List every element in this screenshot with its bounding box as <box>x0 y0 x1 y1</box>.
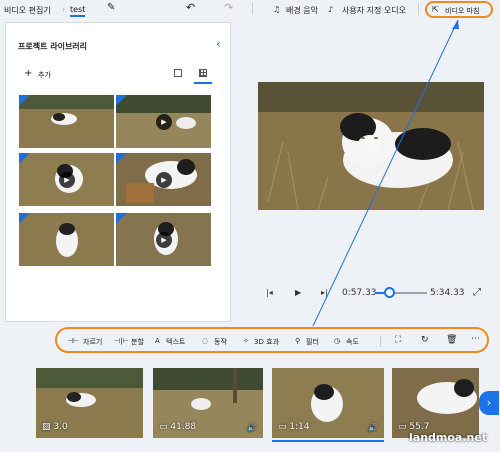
video-icon: ▭ <box>398 422 410 432</box>
audio-icon[interactable]: 🔊 <box>247 423 257 432</box>
library-thumbnail[interactable]: ▶ <box>19 153 114 206</box>
video-icon: ▭ <box>278 422 290 432</box>
share-icon: ⇱ <box>432 5 439 14</box>
music-icon: ♫ <box>273 5 281 14</box>
breadcrumb-separator-icon: › <box>62 5 66 14</box>
crop-icon[interactable]: ⛶ <box>395 335 401 345</box>
play-icon: ▶ <box>156 172 172 188</box>
project-name[interactable]: test <box>70 5 86 17</box>
video-preview[interactable] <box>258 82 484 210</box>
video-icon: ▭ <box>159 422 171 432</box>
library-thumbnail[interactable]: ▶ <box>116 213 211 266</box>
add-button[interactable]: 추가 <box>38 70 51 80</box>
fullscreen-icon[interactable]: ⤢ <box>473 287 481 298</box>
view-large-grid-icon[interactable] <box>199 69 207 77</box>
text-button[interactable]: 텍스트 <box>166 337 185 347</box>
play-icon: ▶ <box>156 232 172 248</box>
split-icon: ⊣|⊢ <box>114 337 129 345</box>
preview-image <box>258 82 484 210</box>
toolbar-divider <box>252 3 253 15</box>
3d-effects-button[interactable]: 3D 효과 <box>254 337 279 347</box>
person-audio-icon: ♪ <box>328 5 334 14</box>
trim-icon: ⊣⊢ <box>67 337 80 345</box>
storyboard-clip[interactable]: ▭ 41.88 🔊 <box>153 368 263 438</box>
add-icon[interactable]: + <box>24 68 32 79</box>
undo-icon[interactable]: ↶ <box>186 1 195 14</box>
library-title: 프로젝트 라이브러리 <box>18 42 88 51</box>
speed-button[interactable]: 속도 <box>346 337 359 347</box>
storyboard-clip-selected[interactable]: ▭ 1:14 🔊 <box>272 368 384 438</box>
selected-corner-icon <box>19 213 30 224</box>
toolbar-divider <box>380 336 381 347</box>
motion-icon: ◌ <box>202 337 209 345</box>
collapse-panel-icon[interactable]: ‹ <box>216 37 221 51</box>
play-icon: ▶ <box>59 172 75 188</box>
image-icon: ▨ <box>42 422 54 432</box>
play-button[interactable]: ▶ <box>295 288 301 297</box>
selected-corner-icon <box>19 153 30 164</box>
play-icon: ▶ <box>156 114 172 130</box>
toolbar-divider <box>418 3 419 15</box>
title-bar: 비디오 편집기 › test ✎ ↶ ↷ ♫ 배경 음악 ♪ 사용자 지정 오디… <box>0 0 500 20</box>
text-icon: A <box>155 337 160 345</box>
library-thumbnail[interactable]: ▶ <box>116 95 211 148</box>
previous-frame-icon[interactable]: |◂ <box>266 288 273 297</box>
background-music-button[interactable]: 배경 음악 <box>286 5 318 16</box>
redo-icon[interactable]: ↷ <box>224 1 233 14</box>
project-library-panel: 프로젝트 라이브러리 ‹ + 추가 ▶ ▶ ▶ ▶ <box>5 22 231 322</box>
finish-video-label: 비디오 마침 <box>445 7 480 15</box>
thumbnail-image <box>19 213 114 266</box>
more-options-icon[interactable]: ⋯ <box>471 334 480 344</box>
selected-clip-indicator <box>272 440 384 442</box>
delete-icon[interactable]: 🗑 <box>446 335 457 345</box>
selected-corner-icon <box>19 95 30 106</box>
custom-audio-button[interactable]: 사용자 지정 오디오 <box>342 5 406 16</box>
speed-icon: ◷ <box>334 337 341 345</box>
storyboard-toolbar: ⊣⊢ 자르기 ⊣|⊢ 분할 A 텍스트 ◌ 동작 ✧ 3D 효과 ⚲ 필터 ◷ … <box>55 327 489 353</box>
view-small-grid-icon[interactable] <box>174 69 182 77</box>
clip-duration: ▭ 41.88 <box>159 422 197 432</box>
motion-button[interactable]: 동작 <box>214 337 227 347</box>
library-thumbnail[interactable]: ▶ <box>116 153 211 206</box>
library-thumbnail[interactable] <box>19 213 114 266</box>
filter-button[interactable]: 필터 <box>306 337 319 347</box>
seek-slider-handle[interactable] <box>384 287 395 298</box>
watermark: landmoa.net <box>409 431 488 444</box>
library-thumbnail[interactable] <box>19 95 114 148</box>
next-frame-icon[interactable]: ▸| <box>321 288 328 297</box>
rotate-icon[interactable]: ↻ <box>421 335 429 345</box>
3d-effects-icon: ✧ <box>243 337 249 345</box>
storyboard-clip[interactable]: ▭ 55.7 <box>392 368 479 438</box>
trim-button[interactable]: 자르기 <box>83 337 102 347</box>
selected-corner-icon <box>116 95 127 106</box>
clip-duration: ▭ 1:14 <box>278 422 310 432</box>
split-button[interactable]: 분할 <box>131 337 144 347</box>
current-time: 0:57.33 <box>342 288 377 298</box>
finish-video-button[interactable]: ⇱ 비디오 마침 <box>425 1 493 18</box>
storyboard-clip[interactable]: ▨ 3.0 <box>36 368 143 438</box>
scroll-right-icon[interactable]: › <box>479 391 499 415</box>
audio-icon[interactable]: 🔊 <box>368 423 378 432</box>
selected-corner-icon <box>116 213 127 224</box>
pencil-icon[interactable]: ✎ <box>107 2 115 13</box>
app-name: 비디오 편집기 <box>4 6 51 15</box>
selected-corner-icon <box>116 153 127 164</box>
thumbnail-image <box>19 95 114 148</box>
clip-duration: ▨ 3.0 <box>42 422 68 432</box>
filter-icon: ⚲ <box>295 337 301 345</box>
total-time: 5:34.33 <box>430 288 465 298</box>
view-selected-indicator <box>194 82 212 84</box>
